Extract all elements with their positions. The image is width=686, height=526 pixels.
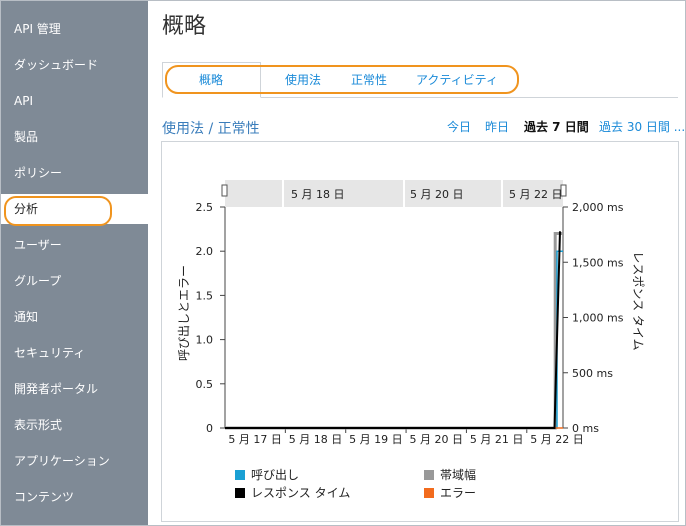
sidebar: API 管理 ダッシュボード API 製品 ポリシー 分析 ユーザー グループ … [1, 1, 148, 525]
sidebar-item-developer-portal[interactable]: 開発者ポータル [1, 374, 148, 404]
sidebar-item-api-management[interactable]: API 管理 [1, 14, 148, 44]
sidebar-item-groups[interactable]: グループ [1, 266, 148, 296]
chart-panel [161, 141, 679, 522]
range-yesterday[interactable]: 昨日 [485, 118, 509, 135]
range-today[interactable]: 今日 [447, 118, 471, 135]
sidebar-item-security[interactable]: セキュリティ [1, 338, 148, 368]
sidebar-item-notifications[interactable]: 通知 [1, 302, 148, 332]
page-title: 概略 [162, 14, 207, 39]
sidebar-item-products[interactable]: 製品 [1, 122, 148, 152]
section-title: 使用法 / 正常性 [162, 121, 260, 137]
sidebar-item-applications[interactable]: アプリケーション [1, 446, 148, 476]
range-last-7-days[interactable]: 過去 7 日間 [524, 118, 589, 135]
sidebar-item-api[interactable]: API [1, 86, 148, 116]
sidebar-item-policies[interactable]: ポリシー [1, 158, 148, 188]
analytics-highlight-ring [4, 196, 112, 226]
tabs-highlight-ring [165, 65, 519, 94]
sidebar-item-content[interactable]: コンテンツ [1, 482, 148, 512]
sidebar-item-dashboard[interactable]: ダッシュボード [1, 50, 148, 80]
sidebar-item-appearance[interactable]: 表示形式 [1, 410, 148, 440]
range-last-30-days[interactable]: 過去 30 日間 ... [599, 118, 685, 135]
sidebar-item-users[interactable]: ユーザー [1, 230, 148, 260]
